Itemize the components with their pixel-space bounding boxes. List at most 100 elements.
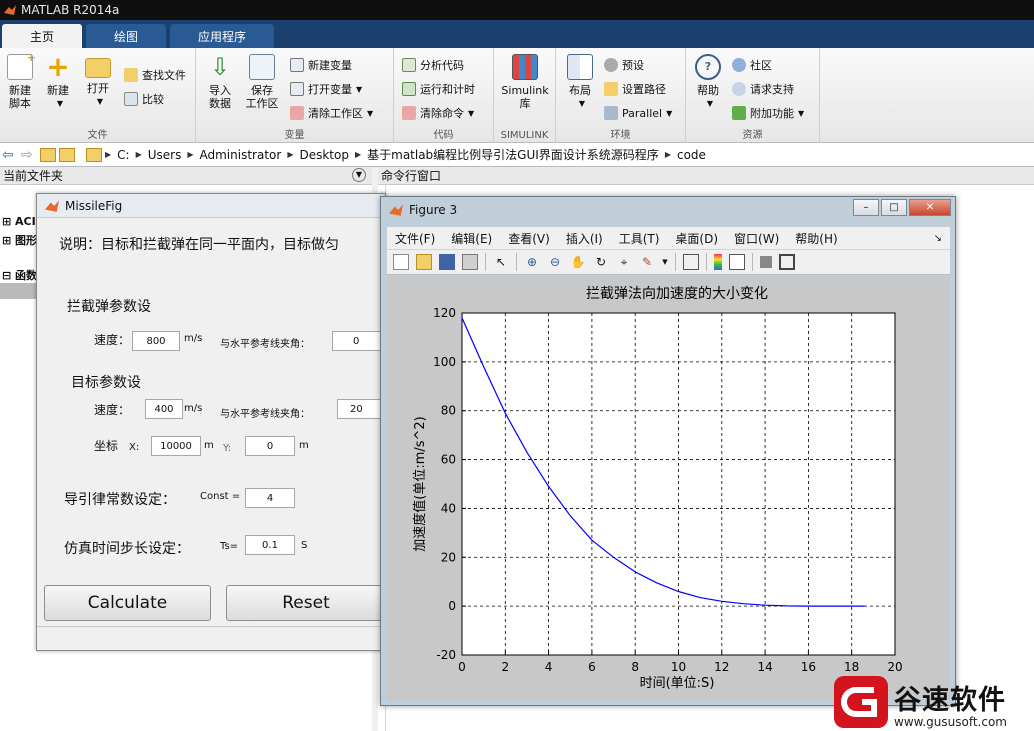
menu-insert[interactable]: 插入(I)	[566, 230, 603, 247]
maximize-button[interactable]: □	[881, 199, 907, 216]
y-tick-label: -20	[436, 648, 456, 662]
tab-plots[interactable]: 绘图	[86, 24, 167, 48]
acceleration-chart[interactable]: 拦截弹法向加速度的大小变化 0 2 4 6 8 10 12 14 16 18 20 -2002040…	[387, 277, 950, 700]
save-icon[interactable]	[439, 254, 455, 270]
breadcrumb-administrator[interactable]: Administrator	[200, 148, 282, 162]
new-figure-icon[interactable]	[393, 254, 409, 270]
legend-icon[interactable]	[729, 254, 745, 270]
analyze-code-button[interactable]: 分析代码	[402, 56, 464, 74]
zoom-out-icon[interactable]: ⊖	[547, 254, 563, 270]
parallel-button[interactable]: Parallel ▼	[604, 104, 672, 122]
support-icon	[732, 82, 746, 96]
community-button[interactable]: 社区	[732, 56, 772, 74]
matlab-logo-icon	[4, 5, 16, 15]
speed-label: 速度：	[94, 333, 131, 347]
new-script-button[interactable]: + 新建 脚本	[0, 51, 40, 110]
preferences-button[interactable]: 预设	[604, 56, 644, 74]
close-button[interactable]: ✕	[909, 199, 951, 216]
data-cursor-icon[interactable]: ⌖	[616, 254, 632, 270]
interceptor-angle-input[interactable]: 0	[332, 331, 382, 351]
unit-ms: m/s	[184, 403, 203, 414]
menu-tools[interactable]: 工具(T)	[619, 230, 660, 247]
tab-home[interactable]: 主页	[2, 24, 83, 48]
y-tick-label: 60	[441, 453, 456, 467]
browse-folder-icon[interactable]	[59, 147, 75, 162]
menu-help[interactable]: 帮助(H)	[795, 230, 837, 247]
simulink-library-button[interactable]: Simulink 库	[500, 54, 550, 110]
menu-view[interactable]: 查看(V)	[508, 230, 550, 247]
x-label: X:	[129, 442, 140, 453]
tab-apps[interactable]: 应用程序	[170, 24, 275, 48]
menu-desktop[interactable]: 桌面(D)	[675, 230, 718, 247]
new-variable-button[interactable]: 新建变量	[290, 56, 352, 74]
minimize-button[interactable]: –	[853, 199, 879, 216]
show-plot-tools-icon[interactable]	[779, 254, 795, 270]
guidance-const-input[interactable]: 4	[245, 488, 295, 508]
breadcrumb-code[interactable]: code	[677, 148, 706, 162]
help-button[interactable]: ? 帮助 ▼	[688, 54, 728, 110]
forward-arrow-icon[interactable]: ⇨	[21, 148, 37, 162]
run-and-time-button[interactable]: 运行和计时	[402, 80, 475, 98]
unit-ms: m/s	[184, 333, 203, 344]
open-file-icon[interactable]	[416, 254, 432, 270]
pan-hand-icon[interactable]: ✋	[570, 254, 586, 270]
rotate-3d-icon[interactable]: ↻	[593, 254, 609, 270]
breadcrumb-separator-icon: ▶	[287, 150, 294, 159]
menu-window[interactable]: 窗口(W)	[734, 230, 779, 247]
figure-menubar: 文件(F) 编辑(E) 查看(V) 插入(I) 工具(T) 桌面(D) 窗口(W…	[387, 227, 950, 249]
menu-file[interactable]: 文件(F)	[395, 230, 435, 247]
request-support-button[interactable]: 请求支持	[732, 80, 794, 98]
open-variable-button[interactable]: 打开变量 ▼	[290, 80, 362, 98]
speed-label: 速度：	[94, 403, 131, 417]
up-folder-icon[interactable]	[40, 147, 56, 162]
window-titlebar: MATLAB R2014a	[0, 0, 1034, 20]
y-label: Y:	[223, 443, 232, 454]
pointer-icon[interactable]: ↖	[493, 254, 509, 270]
back-arrow-icon[interactable]: ⇦	[2, 148, 18, 162]
open-button[interactable]: 打开 ▼	[78, 54, 118, 108]
watermark-url: www.gususoft.com	[894, 715, 1007, 729]
menu-edit[interactable]: 编辑(E)	[451, 230, 492, 247]
add-ons-button[interactable]: 附加功能 ▼	[732, 104, 804, 122]
breadcrumb-separator-icon: ▶	[664, 150, 671, 159]
breadcrumb-desktop[interactable]: Desktop	[299, 148, 349, 162]
ts-unit: S	[301, 540, 308, 551]
import-data-button[interactable]: ⇩ 导入 数据	[200, 54, 240, 110]
colorbar-icon[interactable]	[714, 254, 722, 270]
tree-item-functions[interactable]: ⊟ 函数	[2, 267, 37, 283]
save-workspace-button[interactable]: 保存 工作区	[240, 54, 284, 110]
interceptor-header: 拦截弹参数设	[67, 299, 151, 315]
tree-item-aci[interactable]: ⊞ ACI	[2, 215, 36, 228]
panel-menu-icon[interactable]: ▼	[352, 168, 366, 182]
find-files-icon	[124, 68, 138, 82]
calculate-button[interactable]: Calculate	[44, 585, 211, 621]
target-x-input[interactable]: 10000	[151, 436, 201, 456]
brush-icon[interactable]: ✎	[639, 254, 655, 270]
target-angle-input[interactable]: 20	[337, 399, 382, 419]
target-y-input[interactable]: 0	[245, 436, 295, 456]
reset-button[interactable]: Reset	[226, 585, 386, 621]
dock-arrow-icon[interactable]: ↘	[934, 233, 942, 244]
selected-row	[0, 283, 40, 299]
compare-button[interactable]: 比较	[124, 90, 164, 108]
chevron-down-icon[interactable]: ▼	[662, 254, 668, 270]
step-label: 仿真时间步长设定：	[64, 541, 190, 557]
breadcrumb-users[interactable]: Users	[148, 148, 182, 162]
target-speed-input[interactable]: 400	[145, 399, 183, 419]
new-button[interactable]: + 新建 ▼	[38, 53, 78, 110]
breadcrumb-project-folder[interactable]: 基于matlab编程比例导引法GUI界面设计系统源码程序	[367, 146, 659, 163]
interceptor-speed-input[interactable]: 800	[132, 331, 180, 351]
find-files-button[interactable]: 查找文件	[124, 66, 186, 84]
clear-commands-button[interactable]: 清除命令 ▼	[402, 104, 474, 122]
hide-plot-tools-icon[interactable]	[760, 256, 772, 268]
breadcrumb-drive[interactable]: C:	[117, 148, 129, 162]
clear-workspace-button[interactable]: 清除工作区 ▼	[290, 104, 373, 122]
print-icon[interactable]	[462, 254, 478, 270]
set-path-button[interactable]: 设置路径	[604, 80, 666, 98]
zoom-in-icon[interactable]: ⊕	[524, 254, 540, 270]
time-step-input[interactable]: 0.1	[245, 535, 295, 555]
layout-button[interactable]: 布局 ▼	[560, 54, 600, 110]
breadcrumb-separator-icon: ▶	[135, 150, 142, 159]
link-plot-icon[interactable]	[683, 254, 699, 270]
tree-item-graphics[interactable]: ⊞ 图形	[2, 232, 37, 248]
